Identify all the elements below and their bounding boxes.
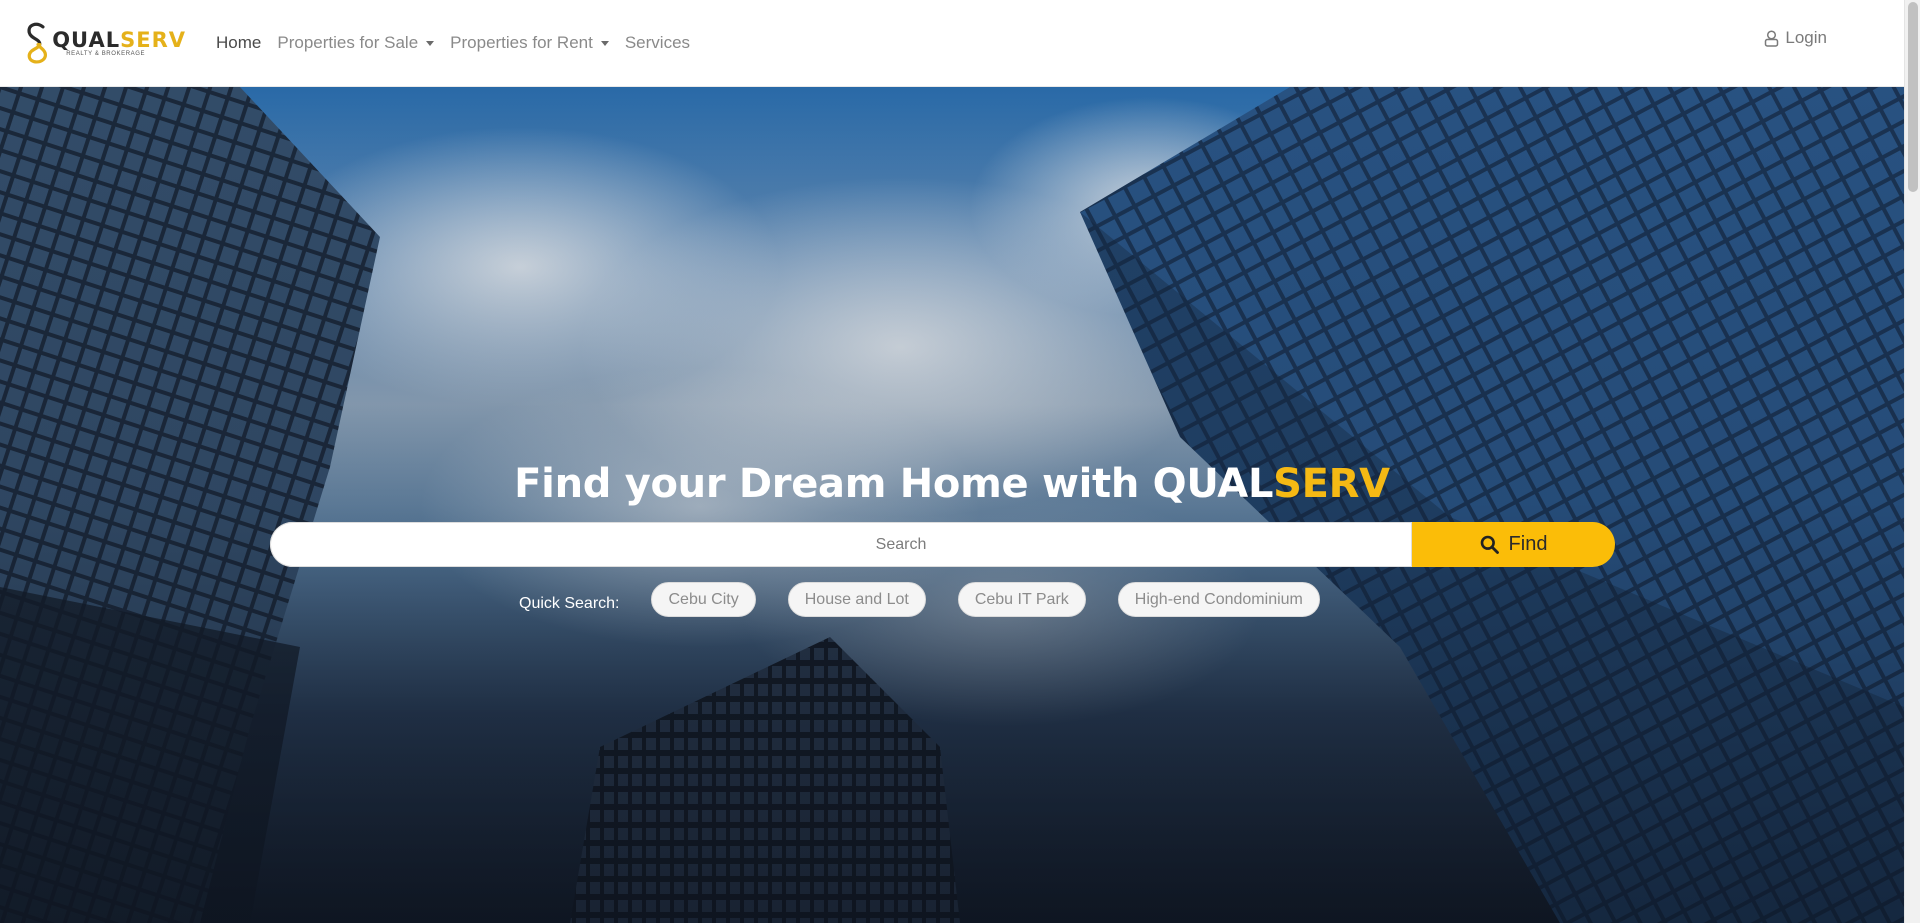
hero-title: Find your Dream Home with QUALSERV	[514, 461, 1390, 507]
logo-text: QUALSERV REALTY & BROKERAGE	[52, 29, 186, 58]
scrollbar-thumb[interactable]	[1908, 2, 1918, 192]
search-input[interactable]	[270, 522, 1412, 567]
quick-search-label: Quick Search:	[519, 594, 620, 612]
hero-section: Find your Dream Home with QUALSERV Find …	[0, 87, 1904, 923]
find-button[interactable]: Find	[1412, 522, 1615, 567]
login-label: Login	[1785, 28, 1827, 47]
quick-search-chip-house-and-lot[interactable]: House and Lot	[787, 582, 926, 617]
quick-search-chip-cebu-it-park[interactable]: Cebu IT Park	[957, 582, 1086, 617]
brand-logo[interactable]: QUALSERV REALTY & BROKERAGE	[26, 16, 186, 70]
nav-item-label: Home	[216, 33, 262, 52]
find-button-label: Find	[1508, 533, 1548, 555]
nav-item-home[interactable]: Home	[216, 33, 261, 53]
navbar: QUALSERV REALTY & BROKERAGE Home Propert…	[0, 0, 1904, 87]
quick-search-chip-cebu-city[interactable]: Cebu City	[651, 582, 756, 617]
search-icon	[1480, 535, 1499, 554]
nav-item-label: Properties for Sale	[277, 33, 419, 52]
quick-search: Quick Search: Cebu City House and Lot Ce…	[519, 582, 1352, 617]
search-bar: Find	[270, 522, 1615, 567]
page-scrollbar[interactable]	[1904, 0, 1920, 923]
nav-item-services[interactable]: Services	[625, 33, 690, 53]
main-nav: Home Properties for Sale Properties for …	[216, 33, 706, 53]
login-link[interactable]: Login	[1764, 28, 1827, 48]
logo-tagline: REALTY & BROKERAGE	[66, 50, 146, 57]
quick-search-chip-high-end-condominium[interactable]: High-end Condominium	[1117, 582, 1320, 617]
nav-item-label: Properties for Rent	[450, 33, 593, 52]
caret-down-icon	[426, 40, 435, 46]
user-icon	[1765, 29, 1779, 47]
caret-down-icon	[600, 40, 609, 46]
logo-wordmark: QUALSERV	[52, 27, 186, 52]
nav-item-label: Services	[624, 33, 691, 52]
logo-mark-icon	[27, 22, 47, 64]
nav-item-properties-for-rent[interactable]: Properties for Rent	[450, 33, 609, 53]
nav-item-properties-for-sale[interactable]: Properties for Sale	[277, 33, 435, 53]
